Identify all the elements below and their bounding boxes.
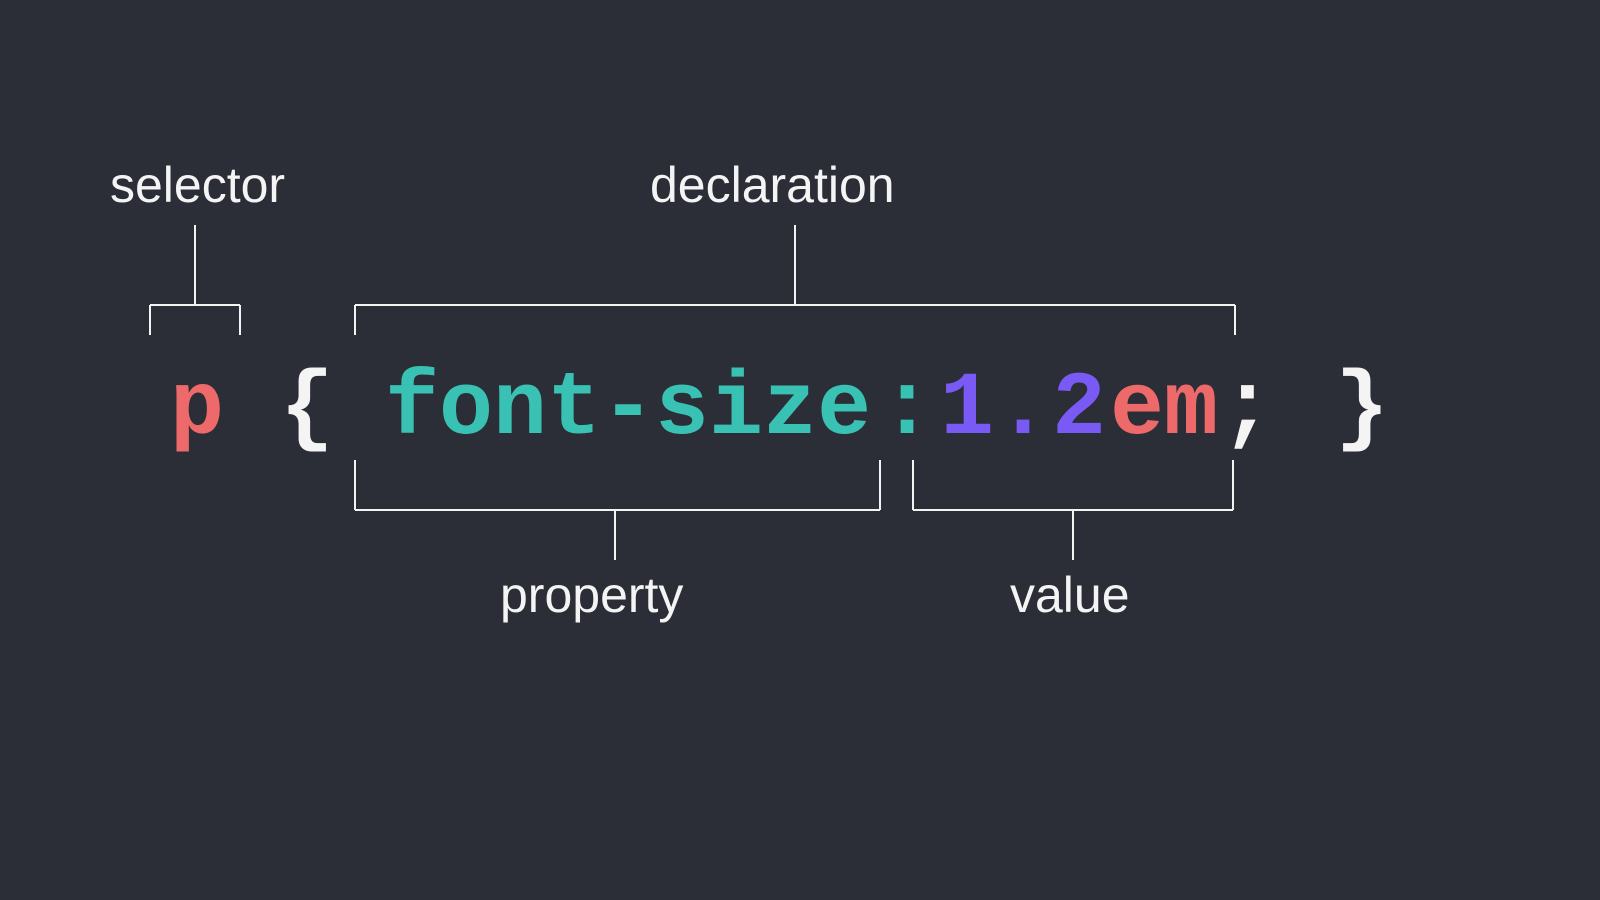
code-brace-close: } (1335, 365, 1389, 455)
label-value: value (1010, 570, 1130, 620)
bracket-value (908, 460, 1258, 570)
css-syntax-diagram: selector declaration property value p { … (0, 0, 1600, 900)
code-unit: em (1110, 365, 1218, 455)
label-selector: selector (110, 160, 285, 210)
bracket-selector (140, 225, 260, 345)
code-semicolon: ; (1220, 365, 1274, 455)
code-property: font-size (385, 365, 871, 455)
code-number: 1.2 (940, 365, 1108, 455)
code-brace-open: { (280, 365, 334, 455)
bracket-declaration (350, 225, 1270, 345)
bracket-property (350, 460, 910, 570)
code-selector: p (170, 365, 224, 455)
label-property: property (500, 570, 683, 620)
label-declaration: declaration (650, 160, 895, 210)
code-colon: : (880, 365, 934, 455)
